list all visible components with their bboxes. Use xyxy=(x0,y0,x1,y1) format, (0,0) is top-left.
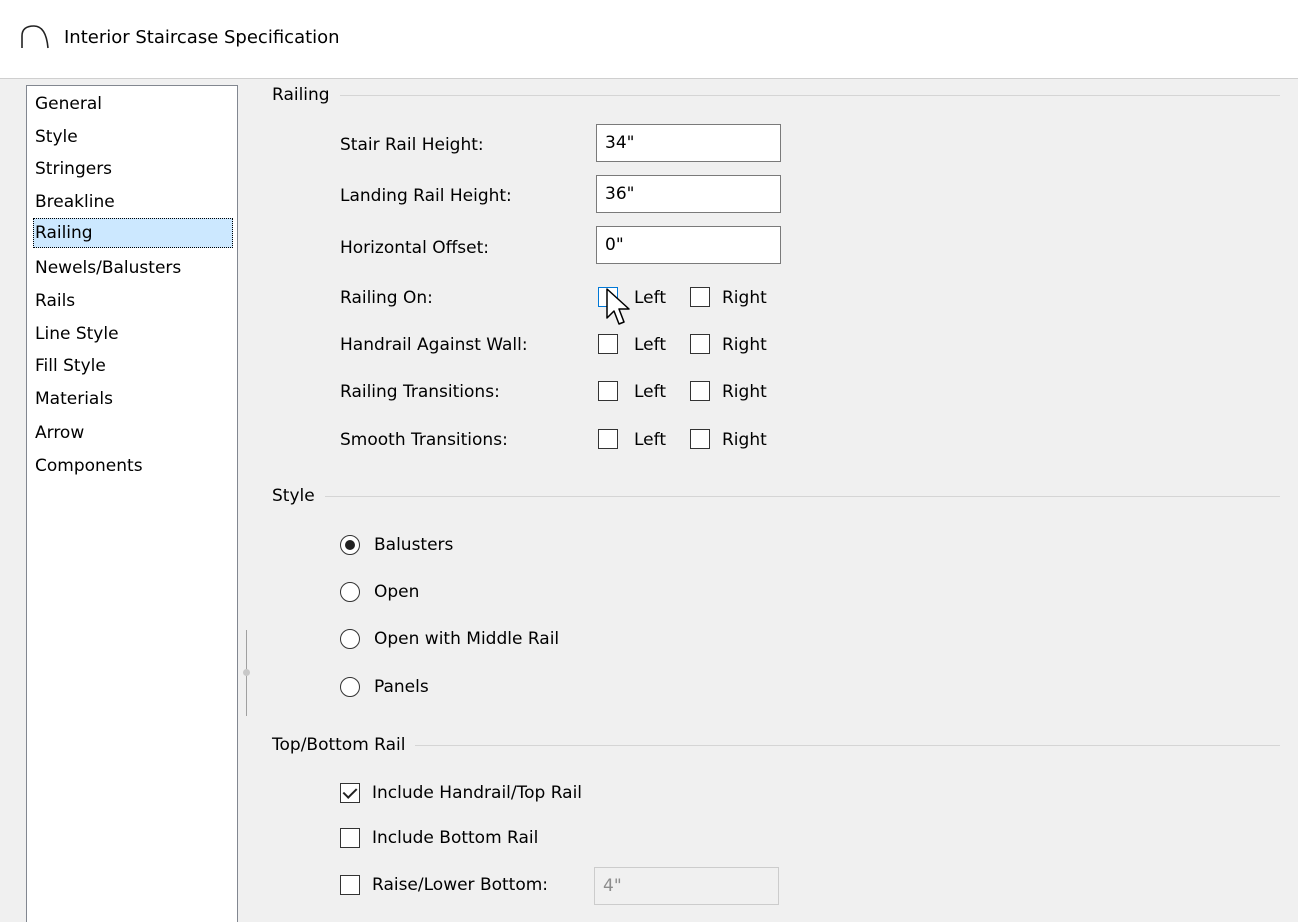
style-open-label[interactable]: Open xyxy=(374,582,419,602)
style-open-middle-rail-label[interactable]: Open with Middle Rail xyxy=(374,629,559,649)
railing-group-line xyxy=(272,95,1280,96)
stair-rail-height-input[interactable] xyxy=(596,124,781,162)
horizontal-offset-input[interactable] xyxy=(596,226,781,264)
nav-item-arrow[interactable]: Arrow xyxy=(33,418,233,448)
railing-transitions-left-checkbox[interactable] xyxy=(598,381,618,401)
nav-item-stringers[interactable]: Stringers xyxy=(33,154,233,184)
railing-on-right-label[interactable]: Right xyxy=(722,288,767,308)
include-bottom-rail-label[interactable]: Include Bottom Rail xyxy=(372,828,538,848)
title-bar: Interior Staircase Specification xyxy=(0,0,1298,79)
handrail-against-wall-right-label[interactable]: Right xyxy=(722,335,767,355)
raise-lower-bottom-label[interactable]: Raise/Lower Bottom: xyxy=(372,875,548,895)
railing-transitions-label: Railing Transitions: xyxy=(340,382,500,402)
nav-item-components[interactable]: Components xyxy=(33,451,233,481)
railing-group-title: Railing xyxy=(272,85,340,105)
style-open-middle-rail-radio[interactable] xyxy=(340,629,360,649)
landing-rail-height-label: Landing Rail Height: xyxy=(340,186,512,206)
nav-item-newels-balusters[interactable]: Newels/Balusters xyxy=(33,253,233,283)
railing-transitions-right-checkbox[interactable] xyxy=(690,381,710,401)
nav-item-general[interactable]: General xyxy=(33,89,233,119)
category-list[interactable]: General Style Stringers Breakline Railin… xyxy=(26,85,238,922)
horizontal-offset-label: Horizontal Offset: xyxy=(340,238,490,258)
railing-on-left-checkbox[interactable] xyxy=(598,287,618,307)
nav-item-railing[interactable]: Railing xyxy=(33,218,233,248)
nav-item-rails[interactable]: Rails xyxy=(33,286,233,316)
nav-item-breakline[interactable]: Breakline xyxy=(33,187,233,217)
handrail-against-wall-left-checkbox[interactable] xyxy=(598,334,618,354)
include-bottom-rail-checkbox[interactable] xyxy=(340,828,360,848)
style-balusters-radio[interactable] xyxy=(340,535,360,555)
smooth-transitions-left-label[interactable]: Left xyxy=(634,430,666,450)
stair-rail-height-label: Stair Rail Height: xyxy=(340,135,484,155)
railing-transitions-right-label[interactable]: Right xyxy=(722,382,767,402)
railing-transitions-left-label[interactable]: Left xyxy=(634,382,666,402)
smooth-transitions-left-checkbox[interactable] xyxy=(598,429,618,449)
top-bottom-rail-group-title: Top/Bottom Rail xyxy=(272,735,416,755)
raise-lower-bottom-input xyxy=(594,867,779,905)
nav-item-style[interactable]: Style xyxy=(33,122,233,152)
handrail-against-wall-left-label[interactable]: Left xyxy=(634,335,666,355)
splitter-grip[interactable] xyxy=(243,669,250,676)
style-group-line xyxy=(272,496,1280,497)
nav-item-materials[interactable]: Materials xyxy=(33,384,233,414)
style-balusters-label[interactable]: Balusters xyxy=(374,535,453,555)
landing-rail-height-input[interactable] xyxy=(596,175,781,213)
railing-on-label: Railing On: xyxy=(340,288,433,308)
nav-item-fill-style[interactable]: Fill Style xyxy=(33,351,233,381)
handrail-against-wall-label: Handrail Against Wall: xyxy=(340,335,528,355)
top-bottom-rail-group-line xyxy=(272,745,1280,746)
smooth-transitions-right-label[interactable]: Right xyxy=(722,430,767,450)
raise-lower-bottom-checkbox[interactable] xyxy=(340,875,360,895)
include-handrail-checkbox[interactable] xyxy=(340,783,360,803)
style-open-radio[interactable] xyxy=(340,582,360,602)
style-panels-radio[interactable] xyxy=(340,677,360,697)
include-handrail-label[interactable]: Include Handrail/Top Rail xyxy=(372,783,582,803)
handrail-against-wall-right-checkbox[interactable] xyxy=(690,334,710,354)
window-title: Interior Staircase Specification xyxy=(64,27,340,48)
smooth-transitions-right-checkbox[interactable] xyxy=(690,429,710,449)
railing-on-right-checkbox[interactable] xyxy=(690,287,710,307)
smooth-transitions-label: Smooth Transitions: xyxy=(340,430,508,450)
railing-on-left-label[interactable]: Left xyxy=(634,288,666,308)
staircase-arch-icon xyxy=(21,25,49,49)
nav-item-line-style[interactable]: Line Style xyxy=(33,319,233,349)
style-panels-label[interactable]: Panels xyxy=(374,677,429,697)
style-group-title: Style xyxy=(272,486,325,506)
